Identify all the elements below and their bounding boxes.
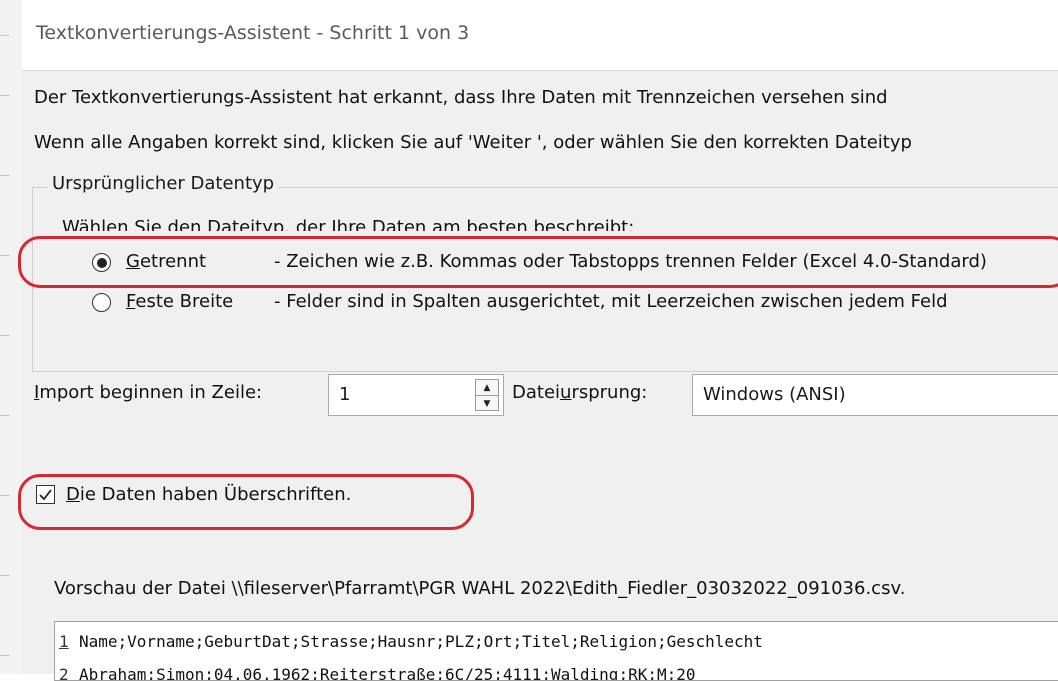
preview-row-text: Name;Vorname;GeburtDat;Strasse;Hausnr;PL… [79,632,763,651]
file-origin-label: Dateiursprung: [512,382,648,403]
radio-fixed-width-description: - Felder sind in Spalten ausgerichtet, m… [274,291,948,312]
preview-row-text: Abraham;Simon;04.06.1962;Reiterstraße;6C… [79,665,696,681]
checkmark-icon [39,489,52,501]
dialog-titlebar: Textkonvertierungs-Assistent - Schritt 1… [22,0,1058,71]
radio-delimited-button[interactable] [92,253,111,272]
preview-label: Vorschau der Datei \\fileserver\Pfarramt… [54,578,906,599]
radio-delimited-description: - Zeichen wie z.B. Kommas oder Tabstopps… [274,251,987,272]
datatype-groupbox [32,187,1058,372]
radio-selected-dot [96,257,107,268]
file-origin-value[interactable]: Windows (ANSI) [703,384,846,405]
file-origin-select[interactable]: Windows (ANSI) [692,374,1058,416]
radio-fixed-width-button[interactable] [92,293,111,312]
import-start-row-spinbox[interactable]: 1 ▲ ▼ [328,374,504,416]
intro-line-2: Wenn alle Angaben korrekt sind, klicken … [34,132,912,153]
headers-checkbox-label[interactable]: Die Daten haben Überschriften. [66,484,351,505]
datatype-group-legend: Ursprünglicher Datentyp [48,173,279,194]
preview-row-number: 2 [59,665,69,681]
headers-checkbox[interactable] [36,485,55,504]
spin-buttons[interactable]: ▲ ▼ [475,379,499,411]
spin-up-icon[interactable]: ▲ [476,380,498,395]
dialog-title: Textkonvertierungs-Assistent - Schritt 1… [36,22,470,44]
preview-row-number: 1 [59,632,69,651]
dialog-content: Der Textkonvertierungs-Assistent hat erk… [22,71,1058,681]
import-start-label: Import beginnen in Zeile: [34,382,263,403]
radio-delimited-label[interactable]: Getrennt [126,251,206,272]
left-window-edge [0,0,23,674]
intro-line-1: Der Textkonvertierungs-Assistent hat erk… [34,87,888,108]
spin-down-icon[interactable]: ▼ [476,395,498,411]
import-start-row-value[interactable]: 1 [339,384,350,405]
file-preview-box[interactable]: 1 Name;Vorname;GeburtDat;Strasse;Hausnr;… [54,621,1058,681]
radio-fixed-width-label[interactable]: Feste Breite [126,291,233,312]
